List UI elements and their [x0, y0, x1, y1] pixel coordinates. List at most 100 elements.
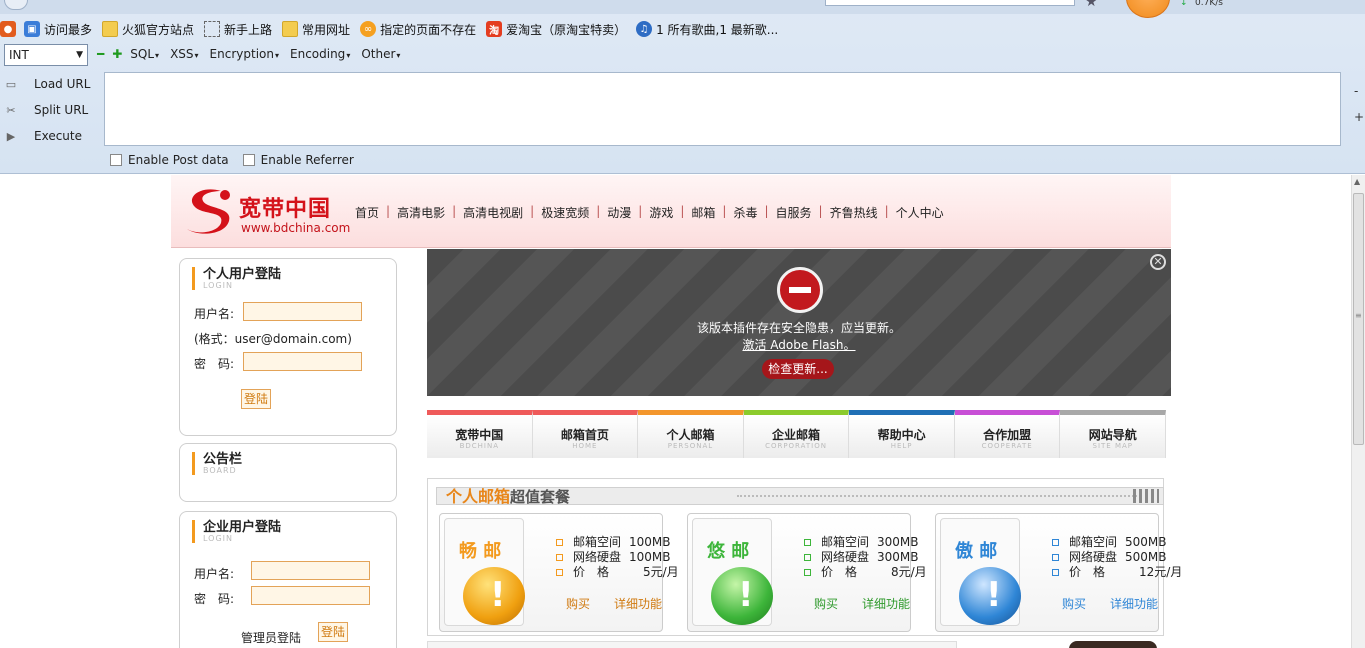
details-link[interactable]: 详细功能	[862, 595, 910, 612]
nav-item[interactable]: 游戏	[649, 204, 673, 221]
spec-value: 12元/月	[1139, 565, 1183, 579]
tab-label: 合作加盟	[983, 428, 1032, 442]
bookmark-item[interactable]: 淘 爱淘宝（原淘宝特卖）	[486, 21, 626, 38]
checkbox-box[interactable]	[110, 154, 122, 166]
enable-referrer-checkbox[interactable]: Enable Referrer	[242, 153, 354, 167]
details-link[interactable]: 详细功能	[1110, 595, 1158, 612]
bullet-icon	[1052, 539, 1059, 546]
menu-encoding[interactable]: Encoding	[290, 47, 350, 61]
spec-label: 邮箱空间	[821, 535, 870, 549]
nav-item[interactable]: 齐鲁热线	[830, 204, 878, 221]
buy-link[interactable]: 购买	[566, 595, 590, 612]
exclamation-icon: !	[463, 567, 525, 625]
nav-item[interactable]: 杀毒	[733, 204, 757, 221]
package-title-highlight: 个人邮箱	[446, 487, 511, 506]
tab-home[interactable]: 邮箱首页 HOME	[532, 410, 639, 458]
nav-separator: |	[764, 204, 769, 218]
tab-help[interactable]: 帮助中心 HELP	[849, 410, 955, 458]
tab-bdchina[interactable]: 宽带中国 BDCHINA	[427, 410, 533, 458]
bookmark-star-icon[interactable]: ★	[1085, 0, 1098, 10]
menu-sql[interactable]: SQL	[130, 47, 159, 61]
nav-separator: |	[596, 204, 601, 218]
close-icon[interactable]: ✕	[1150, 254, 1166, 270]
menu-xss[interactable]: XSS	[170, 47, 198, 61]
split-url-button[interactable]: ✂ Split URL	[2, 101, 88, 119]
package-name: 畅 邮	[459, 541, 502, 562]
personal-login-panel: 个人用户登陆 LOGIN 用户名: (格式：user@domain.com) 密…	[179, 258, 397, 436]
site-header: 宽带中国 www.bdchina.com 首页 | 高清电影 | 高清电视剧 | 极速…	[171, 175, 1171, 248]
nav-item[interactable]: 动漫	[607, 204, 631, 221]
navigation-toolbar: ★ ↓ 0.7K/s	[0, 0, 1365, 18]
hackbar-type-select[interactable]: INT ▼	[4, 44, 88, 66]
nav-item[interactable]: 高清电影	[397, 204, 445, 221]
bookmark-item[interactable]: ♫ 1 所有歌曲,1 最新歌...	[636, 21, 778, 38]
board-panel: 公告栏 BOARD	[179, 443, 397, 502]
taobao-icon: 淘	[486, 21, 503, 37]
url-bar[interactable]	[825, 0, 1075, 6]
activate-flash-link[interactable]: 激活 Adobe Flash。	[427, 336, 1171, 353]
firefox-icon: ●	[0, 21, 16, 37]
checkbox-box[interactable]	[242, 154, 255, 166]
blocked-plugin-icon	[777, 267, 823, 313]
personal-password-input[interactable]	[243, 352, 362, 371]
tab-corporation[interactable]: 企业邮箱 CORPORATION	[743, 410, 850, 458]
personal-username-input[interactable]	[243, 302, 362, 321]
enable-post-checkbox[interactable]: Enable Post data	[110, 153, 229, 167]
nav-separator: |	[818, 204, 823, 218]
package-card: 畅 邮 ! 邮箱空间 100MB 网络硬盘 100MB 价 格 5元/月 购买 详细功…	[439, 513, 679, 632]
package-emblem: 悠 邮 !	[692, 518, 773, 626]
check-update-button[interactable]: 检查更新...	[762, 359, 834, 379]
tab-sitemap[interactable]: 网站导航 SITE MAP	[1060, 410, 1167, 458]
spec-value: 500MB	[1125, 550, 1167, 564]
bookmark-item[interactable]: 常用网址	[282, 21, 350, 38]
bookmark-label: 访问最多	[44, 22, 93, 37]
execute-button[interactable]: ▶ Execute	[2, 127, 82, 145]
panel-title-en: LOGIN	[203, 534, 234, 543]
tab-cooperate[interactable]: 合作加盟 COOPERATE	[954, 410, 1061, 458]
tab-personal[interactable]: 个人邮箱 PERSONAL	[638, 410, 744, 458]
nav-separator: |	[638, 204, 643, 218]
nav-separator: |	[386, 204, 391, 218]
nav-separator: |	[452, 204, 457, 218]
exclamation-icon: !	[711, 567, 773, 625]
nav-item[interactable]: 高清电视剧	[463, 204, 523, 221]
bookmark-item[interactable]: ∞ 指定的页面不存在	[360, 21, 476, 38]
orange-site-icon: ∞	[360, 21, 377, 37]
bookmark-item[interactable]: ▣ 访问最多	[24, 21, 92, 38]
nav-item[interactable]: 个人中心	[896, 204, 944, 221]
speed-orb-icon[interactable]	[1126, 0, 1170, 18]
scroll-up-icon[interactable]: ▲	[1354, 177, 1360, 186]
enterprise-password-input[interactable]	[251, 586, 370, 605]
enterprise-username-input[interactable]	[251, 561, 370, 580]
nav-item[interactable]: 首页	[355, 204, 379, 221]
buy-link[interactable]: 购买	[1062, 595, 1086, 612]
enterprise-login-button[interactable]: 登陆	[318, 622, 349, 642]
buy-link[interactable]: 购买	[814, 595, 838, 612]
spec-label: 价 格	[573, 565, 610, 579]
spec-label: 价 格	[821, 565, 858, 579]
details-link[interactable]: 详细功能	[614, 595, 662, 612]
bookmark-item[interactable]: 火狐官方站点	[102, 21, 194, 38]
enable-post-label: Enable Post data	[128, 153, 229, 167]
minus-icon[interactable]: ━	[97, 47, 104, 61]
site-logo[interactable]: 宽带中国 www.bdchina.com	[179, 183, 350, 241]
nav-item[interactable]: 自服务	[776, 204, 812, 221]
page-scrollbar[interactable]: ▲ ≡	[1351, 175, 1365, 648]
back-button[interactable]	[4, 0, 28, 10]
nav-item[interactable]: 邮箱	[691, 204, 715, 221]
hackbar-url-textarea[interactable]	[104, 72, 1341, 146]
bookmark-firefox[interactable]: ●	[0, 21, 20, 37]
menu-other[interactable]: Other	[361, 47, 400, 61]
bookmark-item[interactable]: 新手上路	[204, 21, 272, 38]
expand-button[interactable]: +	[1354, 104, 1364, 130]
package-title: 个人邮箱超值套餐	[446, 483, 570, 507]
load-url-button[interactable]: ▭ Load URL	[2, 75, 91, 93]
menu-encryption[interactable]: Encryption	[210, 47, 279, 61]
bookmarks-bar: ● ▣ 访问最多 火狐官方站点 新手上路 常用网址 ∞ 指定的页面不存在 淘 爱…	[0, 18, 788, 40]
personal-login-button[interactable]: 登陆	[241, 389, 272, 409]
shrink-button[interactable]: -	[1354, 78, 1364, 104]
spec-value: 100MB	[629, 535, 671, 549]
password-label: 密 码:	[194, 357, 235, 371]
plus-icon[interactable]: ✚	[112, 47, 122, 61]
nav-item[interactable]: 极速宽频	[541, 204, 589, 221]
